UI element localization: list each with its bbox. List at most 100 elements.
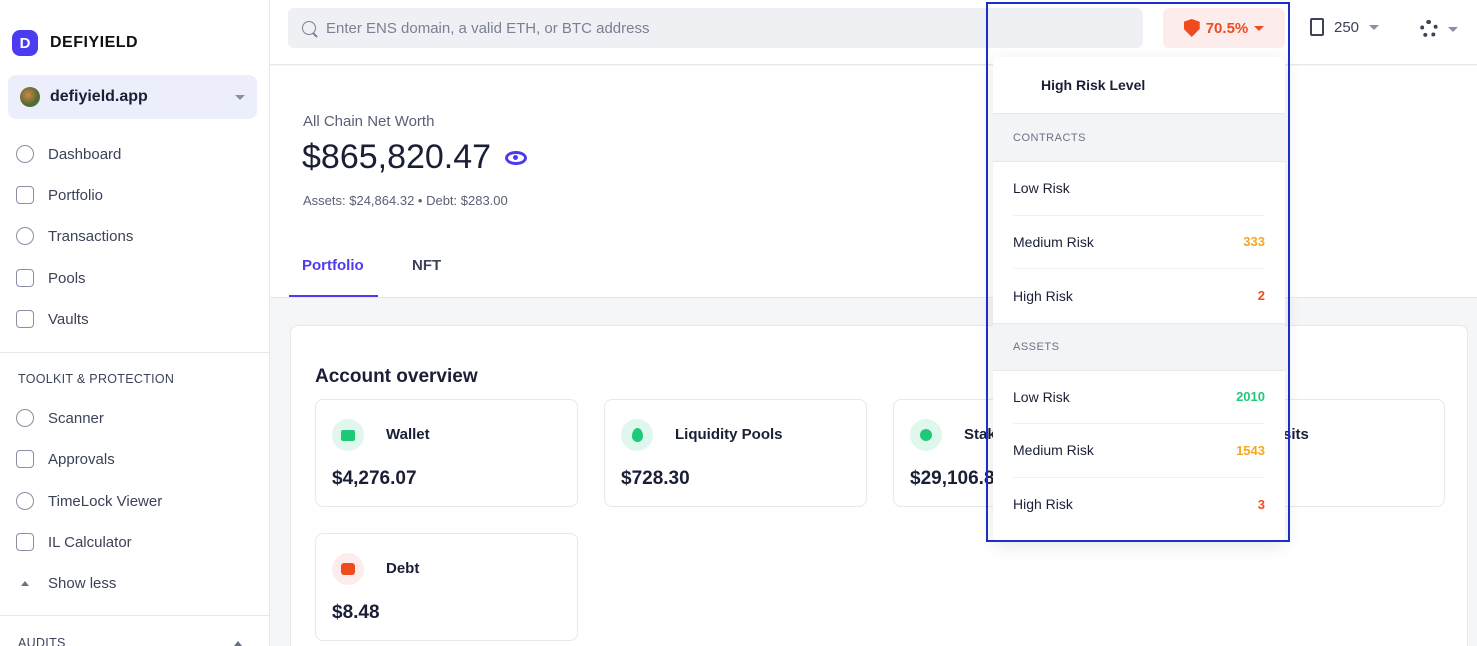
transactions-icon	[16, 227, 34, 245]
audits-section-title: AUDITS	[18, 636, 66, 646]
assets-low-risk-row[interactable]: Low Risk 2010	[1013, 371, 1265, 424]
account-overview: Account overview Wallet $4,276.07 Liquid…	[290, 325, 1468, 646]
assets-medium-risk-row[interactable]: Medium Risk 1543	[1013, 424, 1265, 478]
sidebar-item-timelock[interactable]: TimeLock Viewer	[16, 489, 162, 513]
sidebar-divider	[0, 615, 270, 616]
risk-count: 333	[1243, 234, 1265, 250]
risk-label: Medium Risk	[1013, 233, 1094, 250]
logo-icon: D	[12, 30, 38, 56]
staking-icon	[910, 419, 942, 451]
sidebar-item-label: Vaults	[48, 310, 89, 328]
account-name: defiyield.app	[50, 88, 148, 105]
gear-icon	[1420, 20, 1438, 38]
risk-label: High Risk	[1013, 287, 1073, 304]
sidebar-item-transactions[interactable]: Transactions	[16, 224, 133, 248]
risk-label: Medium Risk	[1013, 442, 1094, 459]
show-less-toggle[interactable]: Show less	[16, 571, 116, 595]
overview-title: Account overview	[315, 366, 478, 387]
chevron-down-icon	[1369, 24, 1380, 30]
sidebar-divider	[0, 352, 270, 353]
search-icon	[302, 21, 316, 35]
sidebar-item-label: Scanner	[48, 409, 104, 427]
sidebar-item-label: Transactions	[48, 227, 134, 245]
sidebar-item-label: IL Calculator	[48, 533, 132, 551]
assets-high-risk-row[interactable]: High Risk 3	[1013, 478, 1265, 532]
calculator-icon	[16, 533, 34, 551]
card-value: $728.30	[621, 468, 690, 489]
risk-count: 3	[1257, 496, 1265, 512]
tab-portfolio[interactable]: Portfolio	[302, 257, 364, 274]
risk-count: 2010	[1236, 389, 1265, 405]
risk-label: Low Risk	[1013, 180, 1070, 197]
risk-level-button[interactable]: 70.5%	[1163, 8, 1285, 48]
drop-icon	[621, 419, 653, 451]
vaults-icon	[16, 310, 34, 328]
approvals-icon	[16, 450, 34, 468]
brand-name: DEFIYIELD	[50, 34, 139, 51]
chevron-up-icon[interactable]	[234, 641, 242, 646]
avatar	[20, 87, 40, 107]
eye-icon[interactable]	[505, 150, 528, 165]
topbar: 70.5% 250	[270, 0, 1477, 65]
chevron-up-icon	[16, 580, 34, 586]
card-value: $4,276.07	[332, 468, 417, 489]
sidebar-item-vaults[interactable]: Vaults	[16, 307, 89, 331]
card-value: $8.48	[332, 602, 380, 623]
sidebar-item-label: Approvals	[48, 450, 115, 468]
risk-label: Low Risk	[1013, 388, 1070, 405]
chevron-down-icon	[1254, 25, 1265, 31]
sidebar-item-scanner[interactable]: Scanner	[16, 406, 104, 430]
risk-dropdown: High Risk Level CONTRACTS Low Risk Mediu…	[993, 57, 1285, 542]
dropdown-title: High Risk Level	[993, 57, 1285, 114]
sidebar-item-portfolio[interactable]: Portfolio	[16, 183, 103, 207]
chevron-down-icon	[235, 94, 245, 100]
sidebar-item-label: Portfolio	[48, 186, 104, 204]
chevron-down-icon	[1448, 26, 1458, 32]
sidebar-item-pools[interactable]: Pools	[16, 266, 86, 290]
networth-label: All Chain Net Worth	[303, 113, 435, 130]
networth-header: All Chain Net Worth $865,820.47 Assets: …	[270, 66, 1477, 298]
toolkit-section-title: TOOLKIT & PROTECTION	[18, 372, 175, 386]
assets-section-label: ASSETS	[993, 322, 1285, 371]
search-input[interactable]	[326, 19, 1086, 37]
contracts-medium-risk-row[interactable]: Medium Risk 333	[1013, 216, 1265, 269]
active-tab-indicator	[289, 295, 378, 297]
risk-label: High Risk	[1013, 496, 1073, 513]
card-name: Liquidity Pools	[675, 426, 783, 443]
wallet-card[interactable]: Wallet $4,276.07	[315, 399, 578, 507]
gas-selector[interactable]: 250	[1310, 18, 1380, 36]
gas-pump-icon	[1310, 18, 1324, 36]
networth-breakdown: Assets: $24,864.32 • Debt: $283.00	[303, 193, 508, 208]
account-selector[interactable]: defiyield.app	[8, 75, 257, 119]
portfolio-icon	[16, 186, 34, 204]
sidebar-item-dashboard[interactable]: Dashboard	[16, 142, 121, 166]
sidebar-item-approvals[interactable]: Approvals	[16, 447, 115, 471]
card-name: Wallet	[386, 426, 430, 443]
risk-count: 1543	[1236, 442, 1265, 458]
contracts-low-risk-row[interactable]: Low Risk	[1013, 162, 1265, 216]
show-less-label: Show less	[48, 574, 117, 592]
pools-icon	[16, 269, 34, 287]
sidebar-item-label: Pools	[48, 269, 86, 287]
dashboard-icon	[16, 145, 34, 163]
sidebar-item-label: Dashboard	[48, 145, 122, 163]
search-bar[interactable]	[288, 8, 1143, 48]
contracts-section-label: CONTRACTS	[993, 114, 1285, 162]
tab-nft[interactable]: NFT	[412, 257, 441, 274]
networth-value-row: $865,820.47	[302, 138, 528, 177]
risk-percent: 70.5%	[1205, 19, 1249, 37]
settings-button[interactable]	[1420, 20, 1458, 38]
timelock-icon	[16, 492, 34, 510]
card-name: Debt	[386, 560, 420, 577]
liquidity-pools-card[interactable]: Liquidity Pools $728.30	[604, 399, 867, 507]
wallet-icon	[332, 419, 364, 451]
sidebar-item-label: TimeLock Viewer	[48, 492, 163, 510]
sidebar: D DEFIYIELD defiyield.app Dashboard Port…	[0, 0, 270, 646]
networth-value: $865,820.47	[302, 138, 492, 176]
logo[interactable]: D DEFIYIELD	[12, 30, 138, 56]
card-name: Stak	[964, 426, 996, 443]
debt-card[interactable]: Debt $8.48	[315, 533, 578, 641]
sidebar-item-il-calculator[interactable]: IL Calculator	[16, 530, 132, 554]
debt-icon	[332, 553, 364, 585]
contracts-high-risk-row[interactable]: High Risk 2	[1013, 269, 1265, 323]
